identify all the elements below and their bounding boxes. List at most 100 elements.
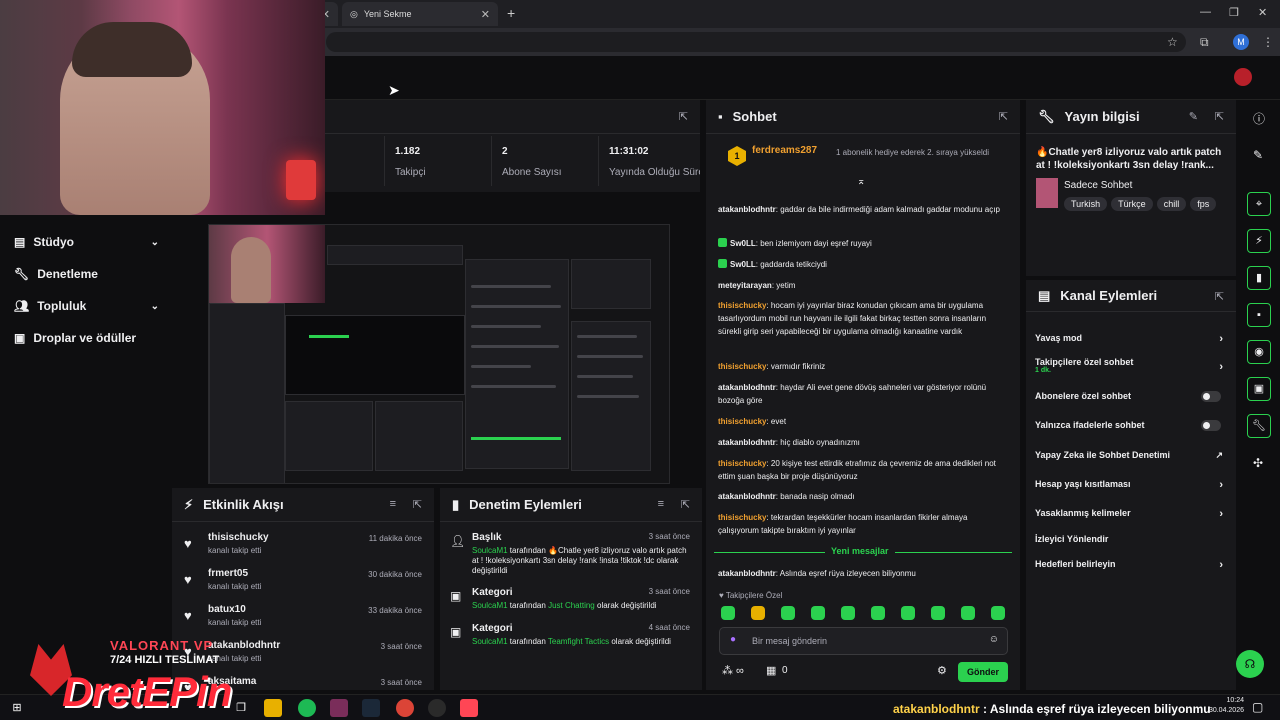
stream-info-header: 🔧︎ Yayın bilgisi — [1026, 100, 1236, 134]
popout-icon[interactable]: ⇱ — [999, 110, 1008, 123]
emote[interactable] — [901, 606, 915, 620]
emote[interactable] — [721, 606, 735, 620]
microphone-icon[interactable]: ● — [730, 634, 736, 645]
pinned-user[interactable]: ferdreams287 — [752, 145, 817, 156]
stream-info-panel: 🔧︎ Yayın bilgisi ✎ ⇱ 🔥Chatle yer8 izliyo… — [1026, 100, 1236, 276]
chat-user[interactable]: thisischucky — [718, 459, 766, 468]
chat-user[interactable]: Sw0LL — [730, 239, 756, 248]
popout-icon[interactable]: ⇱ — [1215, 290, 1224, 303]
windows-start-icon[interactable]: ⊞ — [8, 699, 26, 717]
channel-action-item[interactable]: Hedefleri belirleyin › — [1035, 559, 1223, 571]
user-edit-icon: 👤︎ — [450, 534, 466, 548]
chat-user[interactable]: Sw0LL — [730, 260, 756, 269]
help-chat-icon[interactable]: ☊ — [1236, 650, 1264, 678]
quick-action-broadcast-icon[interactable]: ◉ — [1247, 340, 1271, 364]
chat-text: yetim — [776, 281, 796, 290]
emote[interactable] — [961, 606, 975, 620]
quick-action-wrench-icon[interactable]: 🔧︎ — [1247, 414, 1271, 438]
emoji-icon[interactable]: ☺ — [989, 634, 999, 645]
filter-icon[interactable]: ≡ — [390, 498, 396, 510]
close-tab-icon[interactable]: ✕ — [481, 8, 490, 21]
steam-icon[interactable] — [362, 699, 380, 717]
chat-user[interactable]: thisischucky — [718, 513, 766, 522]
channel-action-item[interactable]: Yasaklanmış kelimeler › — [1035, 508, 1223, 520]
spotify-icon[interactable] — [298, 699, 316, 717]
app-icon[interactable] — [330, 699, 348, 717]
add-action-icon[interactable]: ✣ — [1253, 456, 1263, 470]
chat-user[interactable]: atakanblodhntr — [718, 438, 776, 447]
chat-user[interactable]: atakanblodhntr — [718, 492, 776, 501]
new-tab-icon[interactable]: + — [507, 5, 515, 21]
file-explorer-icon[interactable] — [264, 699, 282, 717]
tag[interactable]: fps — [1190, 197, 1217, 211]
popout-icon[interactable]: ⇱ — [681, 498, 690, 511]
stream-category[interactable]: Sadece Sohbet — [1064, 180, 1132, 191]
popout-icon[interactable]: ⇱ — [679, 110, 688, 123]
tag[interactable]: Turkish — [1064, 197, 1108, 211]
collapse-icon[interactable]: ⌅ — [857, 176, 865, 187]
emote[interactable] — [751, 606, 765, 620]
valorant-icon[interactable] — [460, 699, 478, 717]
channel-action-item[interactable]: Abonelere özel sohbet — [1035, 391, 1223, 402]
emote[interactable] — [871, 606, 885, 620]
nav-item-community[interactable]: 👥︎ Topluluk ⌄ — [14, 299, 159, 313]
edit-pencil-icon[interactable]: ✎ — [1189, 110, 1198, 123]
chat-user[interactable]: thisischucky — [718, 301, 766, 310]
channel-action-item[interactable]: İzleyici Yönlendir — [1035, 534, 1223, 544]
chat-user[interactable]: meteyitarayan — [718, 281, 772, 290]
emote[interactable] — [931, 606, 945, 620]
close-window-icon[interactable]: ✕ — [1258, 6, 1267, 19]
chat-user[interactable]: thisischucky — [718, 362, 766, 371]
url-input[interactable] — [326, 32, 1186, 52]
settings-gear-icon[interactable]: ⚙ — [937, 664, 947, 677]
browser-tab-new[interactable]: ◎ Yeni Sekme ✕ — [342, 2, 498, 26]
quick-action-note-icon[interactable]: ▮ — [1247, 266, 1271, 290]
quick-action-lightning-icon[interactable]: ⚡︎ — [1247, 229, 1271, 253]
channel-action-item[interactable]: Hesap yaşı kısıtlaması › — [1035, 479, 1223, 491]
chat-user[interactable]: atakanblodhntr — [718, 383, 776, 392]
channel-action-item[interactable]: Yapay Zeka ile Sohbet Denetimi ↗ — [1035, 450, 1223, 460]
popout-icon[interactable]: ⇱ — [1215, 110, 1224, 123]
live-record-icon[interactable] — [1234, 68, 1252, 86]
gift-icon[interactable]: ▦ — [766, 664, 776, 677]
bookmark-star-icon[interactable]: ☆ — [1167, 35, 1178, 49]
edit-pencil-icon[interactable]: ✎ — [1253, 148, 1263, 162]
nav-item-studio[interactable]: ▤ Stüdyo ⌄ — [14, 235, 159, 249]
channel-action-item[interactable]: Yavaş mod › — [1035, 333, 1223, 345]
send-button[interactable]: Gönder — [958, 662, 1008, 682]
emote[interactable] — [781, 606, 795, 620]
chrome-icon[interactable] — [396, 699, 414, 717]
sponsor-logo: DretEPin — [62, 668, 232, 715]
quick-action-mod-icon[interactable]: ▣ — [1247, 377, 1271, 401]
channel-points-icon[interactable]: ⁂ ∞ — [722, 664, 744, 677]
extensions-icon[interactable]: ⧉ — [1200, 35, 1209, 50]
toggle-switch[interactable] — [1201, 420, 1221, 431]
quick-action-chat-icon[interactable]: ▪ — [1247, 303, 1271, 327]
stream-preview[interactable] — [208, 224, 670, 484]
system-clock[interactable]: 10:24 30.04.2026 — [1204, 696, 1244, 716]
obs-icon[interactable] — [428, 699, 446, 717]
chat-user[interactable]: atakanblodhntr — [718, 569, 776, 578]
emote[interactable] — [841, 606, 855, 620]
toggle-switch[interactable] — [1201, 391, 1221, 402]
tag[interactable]: chill — [1156, 197, 1187, 211]
chat-user[interactable]: atakanblodhntr — [718, 205, 776, 214]
info-icon[interactable]: ⓘ — [1253, 110, 1265, 127]
tag[interactable]: Türkçe — [1111, 197, 1153, 211]
quick-action-clip-icon[interactable]: ⌖ — [1247, 192, 1271, 216]
minimize-icon[interactable]: — — [1200, 6, 1211, 18]
chat-user[interactable]: thisischucky — [718, 417, 766, 426]
chat-input[interactable]: ● Bir mesaj gönderin ☺ — [719, 627, 1008, 655]
channel-action-item[interactable]: Takipçilere özel sohbet 1 dk. › — [1035, 357, 1223, 374]
restore-icon[interactable]: ❐ — [1229, 6, 1239, 19]
menu-dots-icon[interactable]: ⋮ — [1262, 35, 1274, 49]
emote[interactable] — [811, 606, 825, 620]
emote[interactable] — [991, 606, 1005, 620]
channel-action-item[interactable]: Yalnızca ifadelerle sohbet — [1035, 420, 1223, 431]
nav-item-moderation[interactable]: 🔧︎ Denetleme — [14, 267, 159, 281]
notification-icon[interactable]: ▢ — [1252, 700, 1263, 714]
nav-item-drops[interactable]: ▣ Droplar ve ödüller — [14, 331, 159, 345]
profile-avatar[interactable]: M — [1233, 34, 1249, 50]
filter-icon[interactable]: ≡ — [658, 498, 664, 510]
popout-icon[interactable]: ⇱ — [413, 498, 422, 511]
